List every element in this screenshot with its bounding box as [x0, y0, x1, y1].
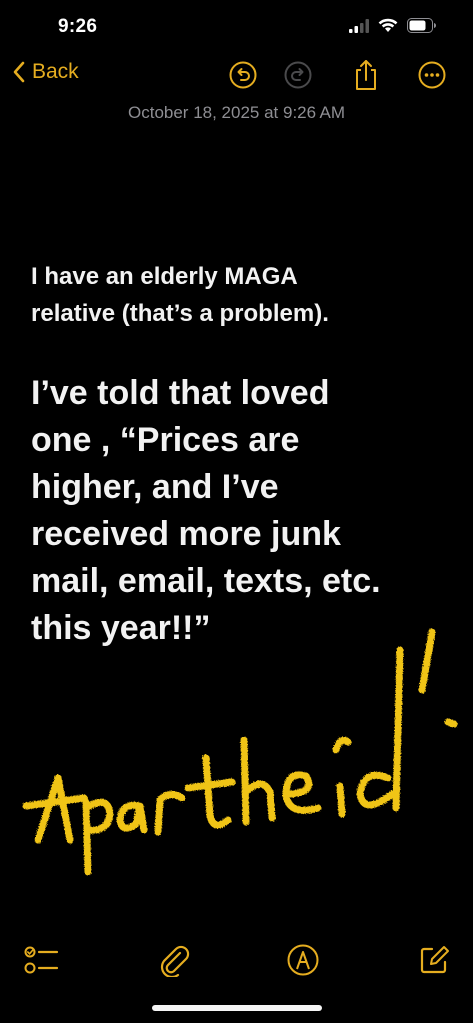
- note-line: I have an elderly MAGA: [31, 263, 298, 290]
- share-button[interactable]: [349, 58, 383, 92]
- bottom-toolbar: [0, 930, 473, 990]
- handwritten-drawing: [22, 628, 458, 876]
- paperclip-icon: [160, 945, 190, 977]
- checklist-icon: [24, 946, 59, 974]
- markup-pen-icon: [287, 944, 319, 976]
- chevron-left-icon: [13, 61, 25, 83]
- note-line: higher, and I’ve: [31, 468, 279, 506]
- markup-button[interactable]: [283, 940, 323, 980]
- note-date: October 18, 2025 at 9:26 AM: [128, 103, 345, 122]
- undo-button[interactable]: [226, 58, 260, 92]
- wifi-icon: [378, 18, 398, 32]
- undo-icon: [229, 61, 257, 89]
- redo-icon: [284, 61, 312, 89]
- note-line: received more junk: [31, 515, 341, 553]
- status-bar: 9:26: [0, 0, 473, 56]
- redo-button[interactable]: [281, 58, 315, 92]
- nav-bar: Back: [0, 56, 473, 100]
- checklist-button[interactable]: [22, 940, 62, 980]
- note-body[interactable]: I have an elderly MAGA relative (that’s …: [31, 258, 451, 652]
- cellular-signal-icon: [349, 18, 369, 33]
- status-icons: [349, 18, 437, 33]
- share-icon: [356, 60, 376, 90]
- more-button[interactable]: [415, 58, 449, 92]
- battery-icon: [407, 18, 436, 33]
- home-indicator[interactable]: [152, 1005, 322, 1011]
- note-line: I’ve told that loved: [31, 374, 330, 412]
- status-time: 9:26: [58, 16, 98, 37]
- note-line: relative (that’s a problem).: [31, 300, 329, 327]
- more-icon: [418, 61, 446, 89]
- note-paragraph-small: I have an elderly MAGA relative (that’s …: [31, 258, 451, 332]
- back-button[interactable]: Back: [12, 60, 79, 84]
- back-label: Back: [32, 60, 79, 83]
- compose-icon: [420, 946, 449, 974]
- note-line: mail, email, texts, etc.: [31, 562, 381, 600]
- note-line: one , “Prices are: [31, 421, 300, 459]
- attach-button[interactable]: [154, 940, 194, 980]
- compose-button[interactable]: [414, 940, 454, 980]
